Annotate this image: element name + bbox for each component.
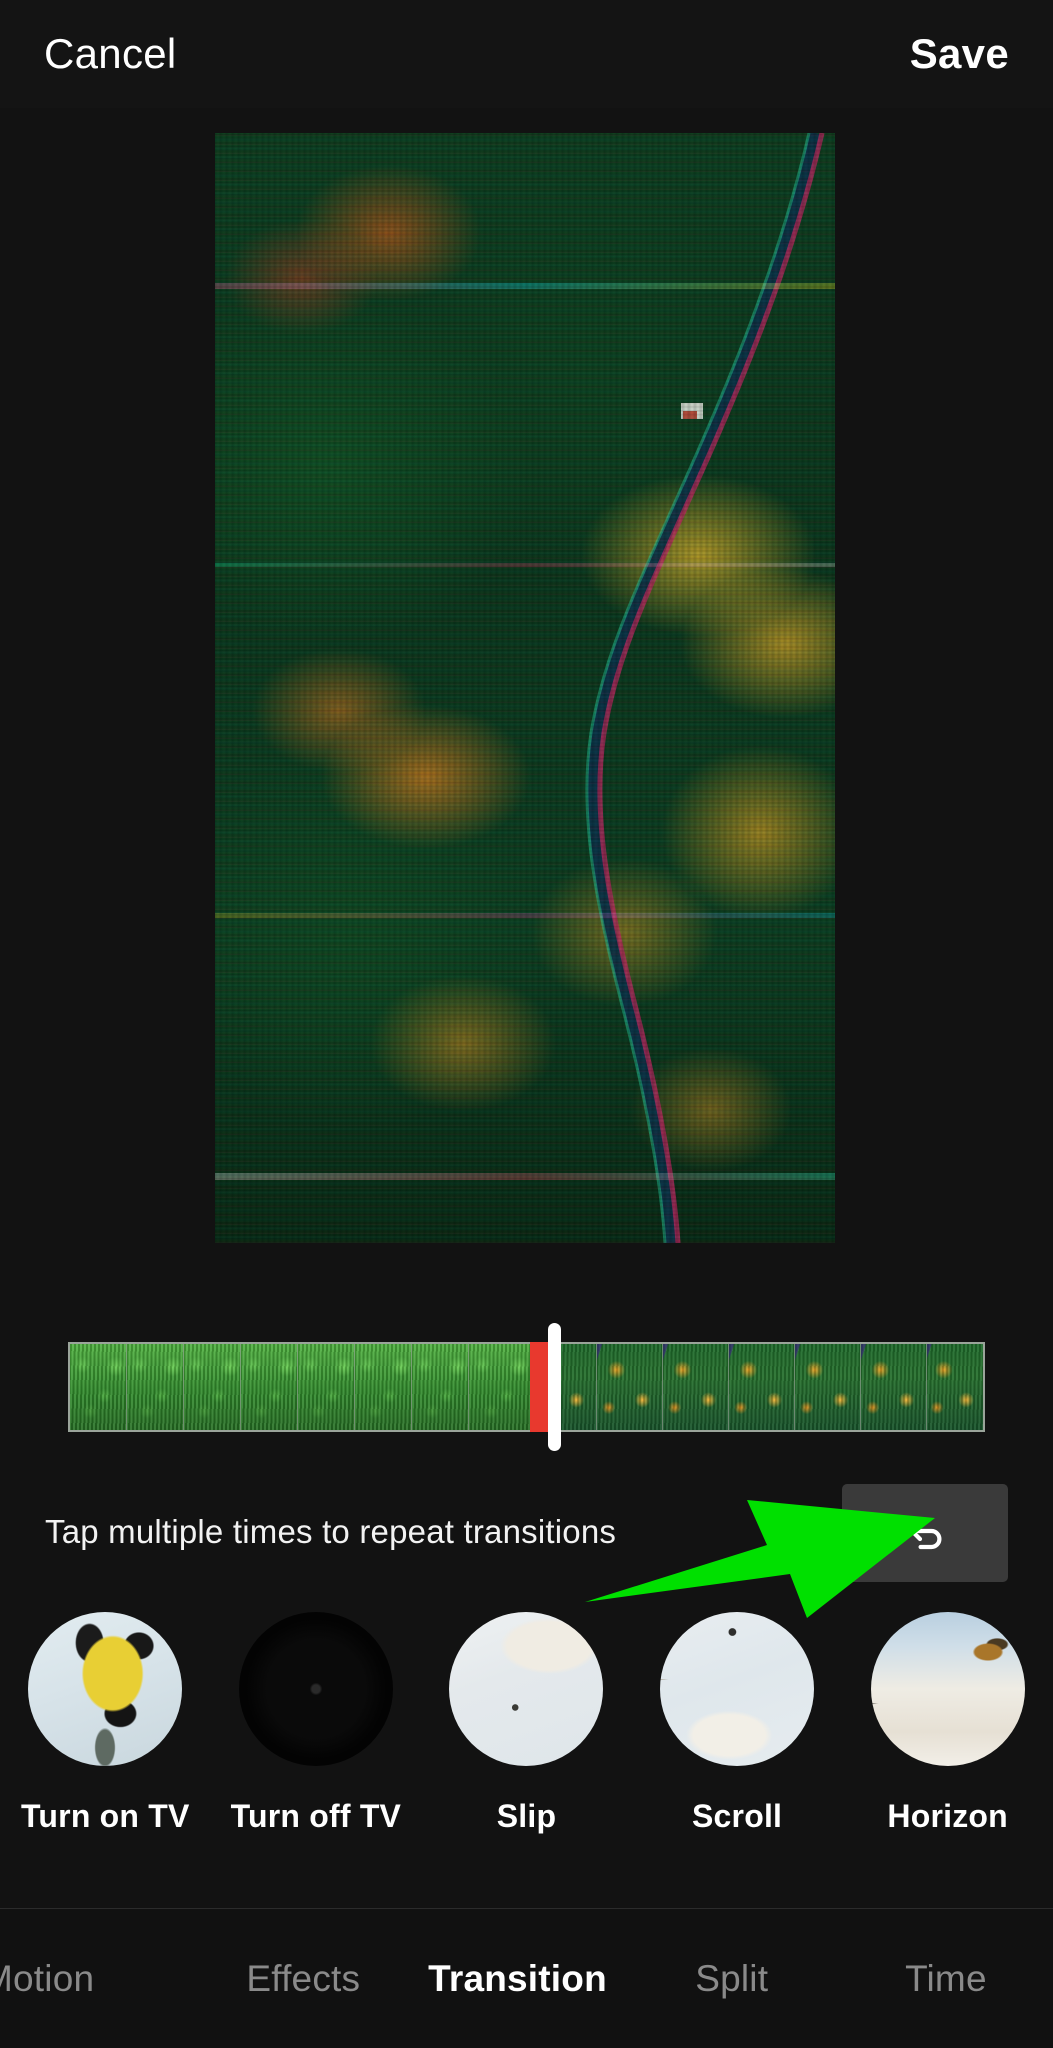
hint-text: Tap multiple times to repeat transitions (45, 1513, 617, 1550)
transition-option-slip[interactable]: Slip (421, 1612, 632, 1835)
tab-motion[interactable]: Motion (0, 1958, 196, 2000)
timeline-frame[interactable] (127, 1344, 184, 1430)
transition-option-turn-off-tv[interactable]: Turn off TV (211, 1612, 422, 1835)
timeline-frame[interactable] (184, 1344, 241, 1430)
timeline-area (0, 1293, 1053, 1473)
video-editor-screen: Cancel Save Tap multiple times to repeat… (0, 0, 1053, 2048)
transition-option-label: Turn on TV (21, 1798, 190, 1834)
transition-option-label: Turn off TV (230, 1798, 402, 1834)
timeline-frame[interactable] (663, 1344, 729, 1430)
transition-option-horizon[interactable]: Horizon (842, 1612, 1053, 1835)
timeline-frame[interactable] (469, 1344, 531, 1430)
save-button[interactable]: Save (910, 24, 1009, 84)
tab-effects[interactable]: Effects (196, 1958, 410, 2000)
timeline-frame[interactable] (412, 1344, 469, 1430)
transition-thumbnail (449, 1612, 604, 1766)
timeline-frame[interactable] (298, 1344, 355, 1430)
scanline-noise-overlay (215, 133, 835, 1243)
transition-thumbnail (660, 1612, 815, 1766)
timeline-frame[interactable] (241, 1344, 298, 1430)
transition-option-scroll[interactable]: Scroll (632, 1612, 843, 1835)
transition-thumbnail (870, 1612, 1025, 1766)
timeline-playhead[interactable] (548, 1323, 561, 1451)
timeline-frame[interactable] (597, 1344, 663, 1430)
transition-option-label: Horizon (887, 1798, 1008, 1834)
timeline-frame[interactable] (729, 1344, 795, 1430)
timeline-frame[interactable] (795, 1344, 861, 1430)
cancel-button[interactable]: Cancel (44, 24, 177, 84)
video-preview[interactable] (215, 133, 835, 1243)
tab-transition[interactable]: Transition (410, 1958, 624, 2000)
top-bar: Cancel Save (0, 0, 1053, 108)
timeline-frame[interactable] (927, 1344, 983, 1430)
undo-button[interactable] (842, 1484, 1008, 1582)
transition-thumbnail (238, 1612, 393, 1766)
tab-time[interactable]: Time (839, 1958, 1053, 2000)
timeline-frame[interactable] (355, 1344, 412, 1430)
timeline-frame[interactable] (70, 1344, 127, 1430)
timeline-strip[interactable] (68, 1342, 985, 1432)
transition-option-label: Slip (496, 1798, 557, 1834)
transition-options-list: Turn on TV Turn off TV Slip Scroll Horiz… (0, 1612, 1053, 1908)
transition-option-turn-on-tv[interactable]: Turn on TV (0, 1612, 211, 1835)
transition-option-label: Scroll (692, 1798, 783, 1834)
timeline-frame[interactable] (861, 1344, 927, 1430)
undo-arrow-icon (901, 1509, 949, 1557)
hint-row: Tap multiple times to repeat transitions (0, 1473, 1053, 1593)
transition-thumbnail (28, 1612, 183, 1766)
preview-stage (0, 108, 1053, 1293)
bottom-tab-bar: Motion Effects Transition Split Time (0, 1909, 1053, 2048)
tab-split[interactable]: Split (625, 1958, 839, 2000)
